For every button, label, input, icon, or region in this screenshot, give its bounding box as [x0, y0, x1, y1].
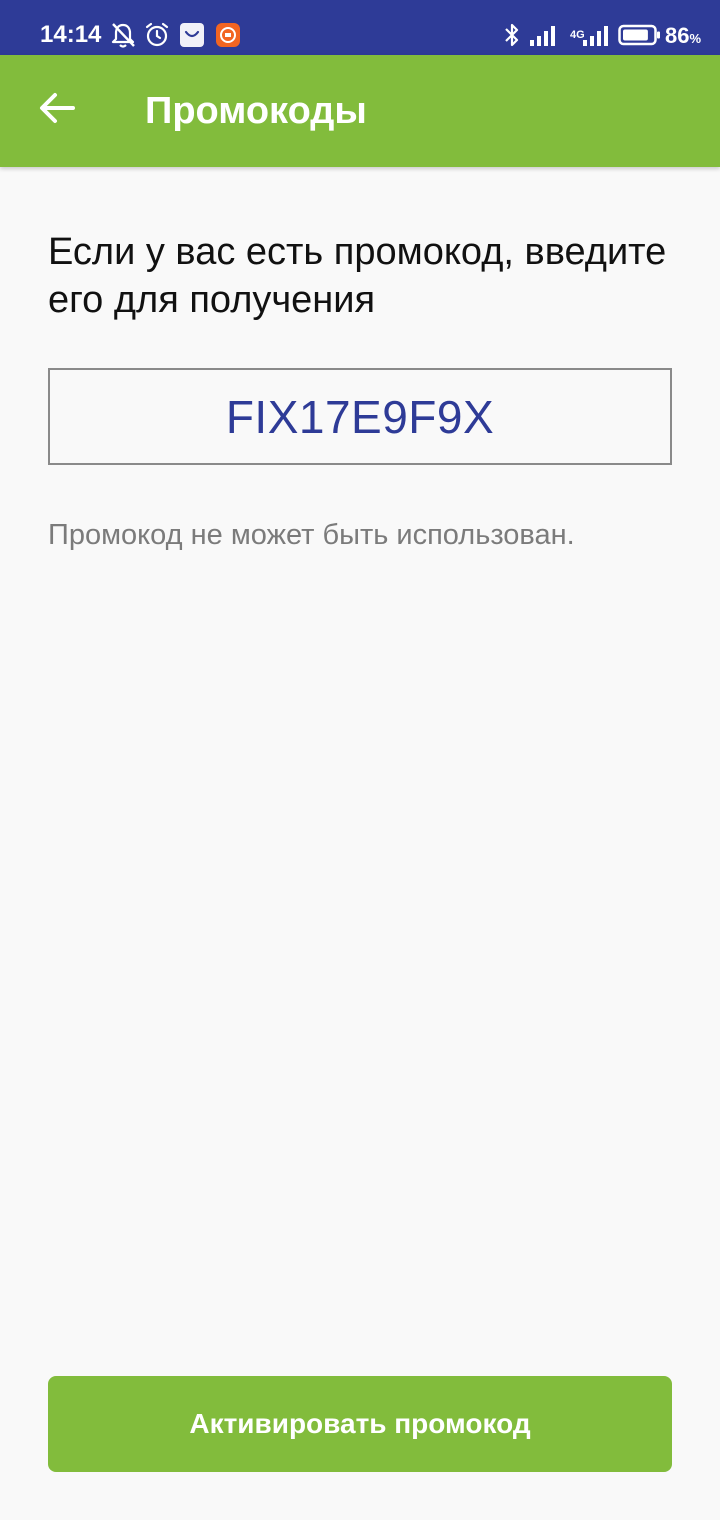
bell-off-icon	[110, 20, 136, 50]
status-bar: 14:14 4G 86%	[0, 0, 720, 55]
alarm-icon	[144, 20, 170, 50]
app-bar: Промокоды	[0, 55, 720, 167]
promo-code-field[interactable]	[48, 368, 672, 465]
back-button[interactable]	[22, 75, 92, 145]
instruction-text: Если у вас есть промокод, введите его дл…	[48, 231, 667, 321]
activate-promo-button[interactable]: Активировать промокод	[48, 1376, 672, 1472]
bluetooth-icon	[502, 20, 522, 50]
shop-app-icon	[179, 20, 205, 50]
battery-percent-unit: %	[689, 31, 702, 46]
battery-percent-value: 86	[665, 23, 690, 48]
arrow-back-icon	[39, 92, 75, 129]
error-message: Промокод не может быть использован.	[48, 519, 575, 551]
signal-icon	[529, 20, 559, 50]
signal-bars-icon	[582, 20, 612, 50]
promo-code-input[interactable]	[50, 370, 670, 463]
battery-icon	[618, 20, 662, 50]
status-time: 14:14	[40, 21, 102, 48]
page-title: Промокоды	[145, 90, 367, 132]
mi-app-icon	[215, 20, 241, 50]
battery-percent: 86%	[665, 22, 701, 53]
